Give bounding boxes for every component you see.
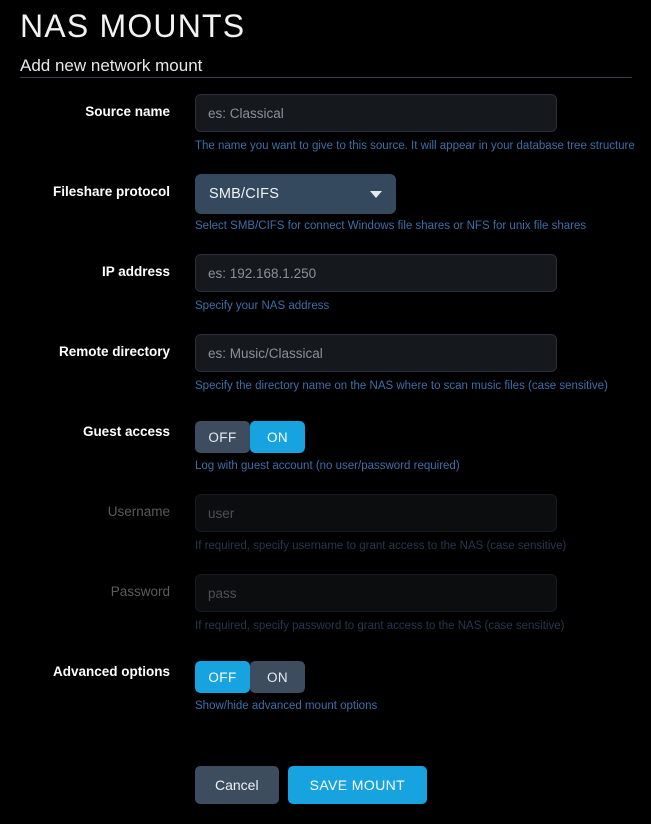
field-advanced-options: OFF ON <box>195 654 305 693</box>
label-ip-address: IP address <box>101 264 170 279</box>
advanced-options-toggle-on[interactable]: ON <box>250 661 305 693</box>
field-guest-access: OFF ON <box>195 414 305 453</box>
help-remote-directory: Specify the directory name on the NAS wh… <box>195 380 608 392</box>
source-name-input[interactable] <box>195 94 557 132</box>
label-source-name: Source name <box>85 104 170 119</box>
guest-access-toggle-on[interactable]: ON <box>250 421 305 453</box>
form-row-password: Password If required, specify password to… <box>0 570 651 650</box>
label-username: Username <box>107 504 170 519</box>
form-row-guest-access: Guest access OFF ON Log with guest account … <box>0 410 651 490</box>
chevron-down-icon <box>370 191 382 198</box>
remote-directory-input[interactable] <box>195 334 557 372</box>
form-actions: Cancel SAVE MOUNT <box>195 766 428 804</box>
help-password: If required, specify password to grant a… <box>195 620 565 632</box>
label-password: Password <box>110 584 170 599</box>
save-mount-button[interactable]: SAVE MOUNT <box>287 766 428 804</box>
nas-mount-form: Source name The name you want to give to … <box>0 90 651 730</box>
field-password <box>195 574 557 612</box>
fileshare-protocol-selected-value: SMB/CIFS <box>209 186 280 202</box>
help-ip-address: Specify your NAS address <box>195 300 330 312</box>
username-input <box>195 494 557 532</box>
field-source-name <box>195 94 557 132</box>
field-username <box>195 494 557 532</box>
field-ip-address <box>195 254 557 292</box>
help-guest-access: Log with guest account (no user/password… <box>195 460 460 472</box>
label-guest-access: Guest access <box>82 424 170 439</box>
field-fileshare-protocol: SMB/CIFS <box>195 174 396 214</box>
help-source-name: The name you want to give to this source… <box>195 140 635 152</box>
guest-access-toggle[interactable]: OFF ON <box>195 421 305 453</box>
form-row-advanced-options: Advanced options OFF ON Show/hide advanced … <box>0 650 651 730</box>
cancel-button[interactable]: Cancel <box>195 766 279 804</box>
ip-address-input[interactable] <box>195 254 557 292</box>
form-row-source-name: Source name The name you want to give to … <box>0 90 651 170</box>
fileshare-protocol-select[interactable]: SMB/CIFS <box>195 174 396 214</box>
form-row-remote-directory: Remote directory Specify the directory na… <box>0 330 651 410</box>
field-remote-directory <box>195 334 557 372</box>
section-title: Add new network mount <box>20 56 203 75</box>
nas-mounts-page: NAS MOUNTS Add new network mount Source … <box>0 0 651 824</box>
form-row-fileshare-protocol: Fileshare protocol SMB/CIFS Select SMB/CIF… <box>0 170 651 250</box>
guest-access-toggle-off[interactable]: OFF <box>195 421 250 453</box>
help-username: If required, specify username to grant a… <box>195 540 567 552</box>
help-advanced-options: Show/hide advanced mount options <box>195 700 378 712</box>
label-fileshare-protocol: Fileshare protocol <box>52 184 170 199</box>
title-divider <box>20 77 632 78</box>
label-advanced-options: Advanced options <box>52 664 170 679</box>
advanced-options-toggle[interactable]: OFF ON <box>195 661 305 693</box>
label-remote-directory: Remote directory <box>58 344 170 359</box>
advanced-options-toggle-off[interactable]: OFF <box>195 661 250 693</box>
form-row-ip-address: IP address Specify your NAS address <box>0 250 651 330</box>
password-input <box>195 574 557 612</box>
help-fileshare-protocol: Select SMB/CIFS for connect Windows file… <box>195 220 587 232</box>
form-row-username: Username If required, specify username to… <box>0 490 651 570</box>
page-title: NAS MOUNTS <box>20 8 246 44</box>
